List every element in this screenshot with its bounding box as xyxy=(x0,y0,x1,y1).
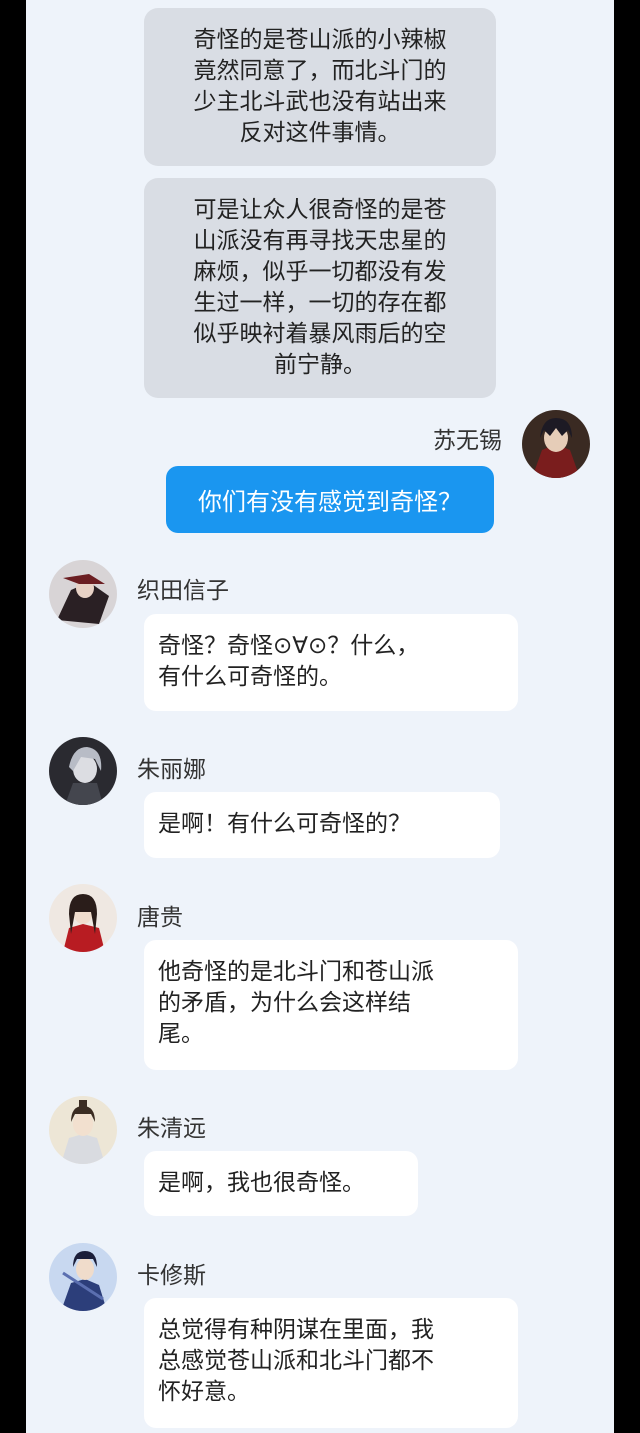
sender-name: 朱丽娜 xyxy=(137,757,206,783)
narration-bubble: 奇怪的是苍山派的小辣椒 竟然同意了，而北斗门的 少主北斗武也没有站出来 反对这件… xyxy=(144,8,496,166)
sender-name: 朱清远 xyxy=(137,1116,206,1142)
avatar[interactable] xyxy=(49,1096,117,1164)
avatar[interactable] xyxy=(49,560,117,628)
avatar[interactable] xyxy=(49,737,117,805)
sender-name: 织田信子 xyxy=(137,578,229,604)
self-message-bubble: 你们有没有感觉到奇怪？ xyxy=(166,466,494,533)
message-bubble: 奇怪？奇怪⊙∀⊙？什么， 有什么可奇怪的。 xyxy=(144,614,518,711)
self-avatar[interactable] xyxy=(522,410,590,478)
avatar[interactable] xyxy=(49,1243,117,1311)
chat-screen: 奇怪的是苍山派的小辣椒 竟然同意了，而北斗门的 少主北斗武也没有站出来 反对这件… xyxy=(26,0,614,1433)
avatar[interactable] xyxy=(49,884,117,952)
sender-name: 卡修斯 xyxy=(137,1263,206,1289)
sender-name: 唐贵 xyxy=(137,905,183,931)
narration-bubble: 可是让众人很奇怪的是苍 山派没有再寻找天忠星的 麻烦，似乎一切都没有发 生过一样… xyxy=(144,178,496,398)
message-bubble: 是啊！有什么可奇怪的？ xyxy=(144,792,500,858)
message-bubble: 他奇怪的是北斗门和苍山派 的矛盾，为什么会这样结 尾。 xyxy=(144,940,518,1070)
self-name: 苏无锡 xyxy=(433,428,502,454)
message-bubble: 是啊，我也很奇怪。 xyxy=(144,1151,418,1216)
message-bubble: 总觉得有种阴谋在里面，我 总感觉苍山派和北斗门都不 怀好意。 xyxy=(144,1298,518,1428)
